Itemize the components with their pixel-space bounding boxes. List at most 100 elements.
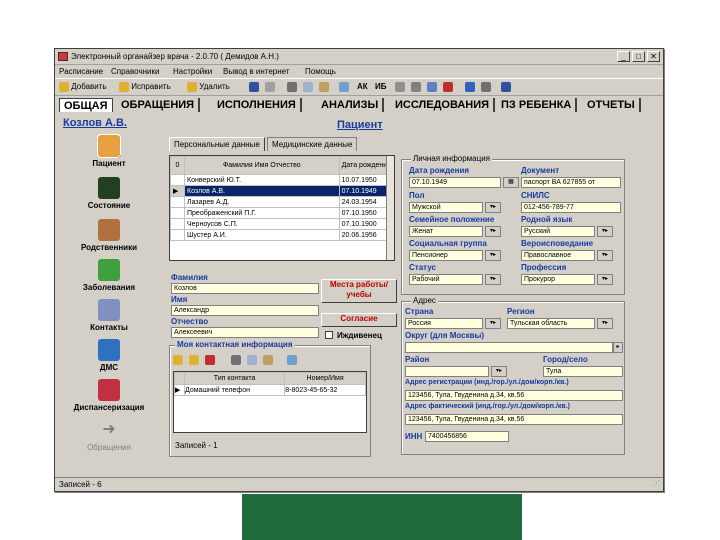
minimize-button[interactable]: _ [617, 51, 630, 62]
tab-medical[interactable]: Медицинские данные [267, 137, 358, 151]
tab-analyses[interactable]: АНАЛИЗЫ [317, 98, 385, 112]
nav-dispensary[interactable]: Диспансеризация [59, 379, 159, 419]
contact-delete-icon[interactable] [205, 355, 215, 367]
reg-address-field[interactable]: 123456, Тула, Гвуденина д.34, кв.56 [405, 390, 623, 401]
area-field[interactable] [405, 366, 489, 377]
tab-personal[interactable]: Персональные данные [169, 137, 265, 151]
save-icon[interactable] [249, 82, 259, 94]
nav-dms[interactable]: ДМС [59, 339, 159, 379]
exit-icon[interactable] [501, 82, 511, 94]
profession-dropdown[interactable]: ▾▸ [597, 274, 613, 285]
tab-visits[interactable]: ОБРАЩЕНИЯ [117, 98, 201, 112]
table-row[interactable]: ▶ Домашний телефон 8-8023-45-65-32 [174, 384, 366, 396]
col-name[interactable]: Фамилия Имя Отчество [184, 156, 340, 175]
col-number[interactable]: 0 [170, 156, 185, 175]
maximize-button[interactable]: □ [632, 51, 645, 62]
ib-button[interactable]: ИБ [375, 82, 387, 94]
district-dropdown[interactable]: ▸ [613, 342, 623, 353]
status-dropdown[interactable]: ▾▸ [485, 274, 501, 285]
tab-child[interactable]: ПЗ РЕБЕНКА [497, 98, 578, 112]
contact-refresh-icon[interactable] [287, 355, 297, 367]
document-field[interactable]: паспорт ВА 627855 от [521, 177, 621, 188]
menu-help[interactable]: Помощь [305, 67, 336, 76]
sex-dropdown[interactable]: ▾▸ [485, 202, 501, 213]
profession-field[interactable]: Прокурор [521, 274, 595, 285]
family-field[interactable]: Женат [409, 226, 483, 237]
religion-field[interactable]: Православное [521, 250, 595, 261]
country-field[interactable]: Россия [405, 318, 483, 329]
contact-edit-icon[interactable] [189, 355, 199, 367]
snils-field[interactable]: 012-456-789-77 [521, 202, 621, 213]
inn-field[interactable]: 7400456856 [425, 431, 509, 442]
status-field[interactable]: Рабочий [409, 274, 483, 285]
cut-icon[interactable] [287, 82, 297, 94]
copy-icon[interactable] [303, 82, 313, 94]
table-row[interactable]: Шустер А.И. 20.06.1956 [170, 229, 394, 241]
lang-field[interactable]: Русский [521, 226, 595, 237]
contact-copy-icon[interactable] [247, 355, 257, 367]
tab-reports[interactable]: ОТЧЕТЫ [583, 98, 641, 112]
social-dropdown[interactable]: ▾▸ [485, 250, 501, 261]
tools-icon[interactable] [427, 82, 437, 94]
paste-icon[interactable] [319, 82, 329, 94]
patronymic-field[interactable]: Алексеевич [171, 327, 319, 338]
delete-button[interactable]: Удалить [187, 82, 230, 94]
refresh-icon[interactable] [339, 82, 349, 94]
nav-patient[interactable]: Пациент [59, 134, 159, 175]
fact-address-field[interactable]: 123456, Тула, Гвуденина д.34, кв.56 [405, 414, 623, 425]
table-row[interactable]: Черноусов С.П. 07.10.1900 [170, 218, 394, 230]
social-field[interactable]: Пенсионер [409, 250, 483, 261]
district-field[interactable] [405, 342, 613, 353]
tab-research[interactable]: ИССЛЕДОВАНИЯ [391, 98, 496, 112]
patronymic-label: Отчество [171, 317, 209, 326]
ak-button[interactable]: АК [357, 82, 368, 94]
grid-scrollbar[interactable] [386, 156, 394, 260]
add-button[interactable]: Добавить [59, 82, 107, 94]
consent-button[interactable]: Согласие [321, 313, 397, 327]
nav-visits[interactable]: ➜ Обращения [59, 419, 159, 459]
menu-references[interactable]: Справочники [111, 67, 159, 76]
help-icon[interactable] [465, 82, 475, 94]
contact-paste-icon[interactable] [263, 355, 273, 367]
name-field[interactable]: Александр [171, 305, 319, 316]
region-field[interactable]: Тульская область [507, 318, 595, 329]
col-contact-value[interactable]: Номер/Имя [284, 372, 366, 385]
nav-relatives[interactable]: Родственники [59, 219, 159, 259]
region-dropdown[interactable]: ▾▸ [597, 318, 613, 329]
lang-dropdown[interactable]: ▾▸ [597, 226, 613, 237]
patient-link[interactable]: Пациент [337, 119, 383, 131]
menu-internet[interactable]: Вывод в интернет [223, 67, 290, 76]
tab-general[interactable]: ОБЩАЯ [59, 98, 113, 112]
city-field[interactable]: Тула [543, 366, 623, 377]
table-row[interactable]: Конверский Ю.Т. 10.07.1950 [170, 174, 394, 186]
cancel-icon[interactable] [265, 82, 275, 94]
birthdate-field[interactable]: 07.10.1949 [409, 177, 501, 188]
contact-cut-icon[interactable] [231, 355, 241, 367]
workplace-button[interactable]: Места работы/учебы [321, 279, 397, 303]
calendar-icon[interactable]: ▦ [503, 177, 519, 188]
religion-dropdown[interactable]: ▾▸ [597, 250, 613, 261]
col-contact-type[interactable]: Тип контакта [183, 372, 286, 385]
print-icon[interactable] [443, 82, 453, 94]
nav-contacts[interactable]: Контакты [59, 299, 159, 339]
menu-settings[interactable]: Настройки [173, 67, 212, 76]
settings-icon[interactable] [395, 82, 405, 94]
surname-field[interactable]: Козлов [171, 283, 319, 294]
table-row[interactable]: ▶ Козлов А.В. 07.10.1949 [170, 185, 394, 197]
sex-field[interactable]: Мужской [409, 202, 483, 213]
trash-icon[interactable] [481, 82, 491, 94]
country-dropdown[interactable]: ▾▸ [485, 318, 501, 329]
tab-executions[interactable]: ИСПОЛНЕНИЯ [213, 98, 302, 112]
area-dropdown[interactable]: ▾▸ [491, 366, 507, 377]
edit-button[interactable]: Исправить [119, 82, 171, 94]
table-row[interactable]: Лазарев А.Д. 24.03.1954 [170, 196, 394, 208]
search-icon[interactable] [411, 82, 421, 94]
contact-add-icon[interactable] [173, 355, 183, 367]
nav-state[interactable]: Состояние [59, 177, 159, 217]
table-row[interactable]: Преображенский П.Г. 07.10.1950 [170, 207, 394, 219]
family-dropdown[interactable]: ▾▸ [485, 226, 501, 237]
dependent-checkbox[interactable] [325, 331, 333, 339]
nav-diseases[interactable]: Заболевания [59, 259, 159, 299]
menu-schedule[interactable]: Расписание [59, 67, 103, 76]
close-button[interactable]: ✕ [647, 51, 660, 62]
